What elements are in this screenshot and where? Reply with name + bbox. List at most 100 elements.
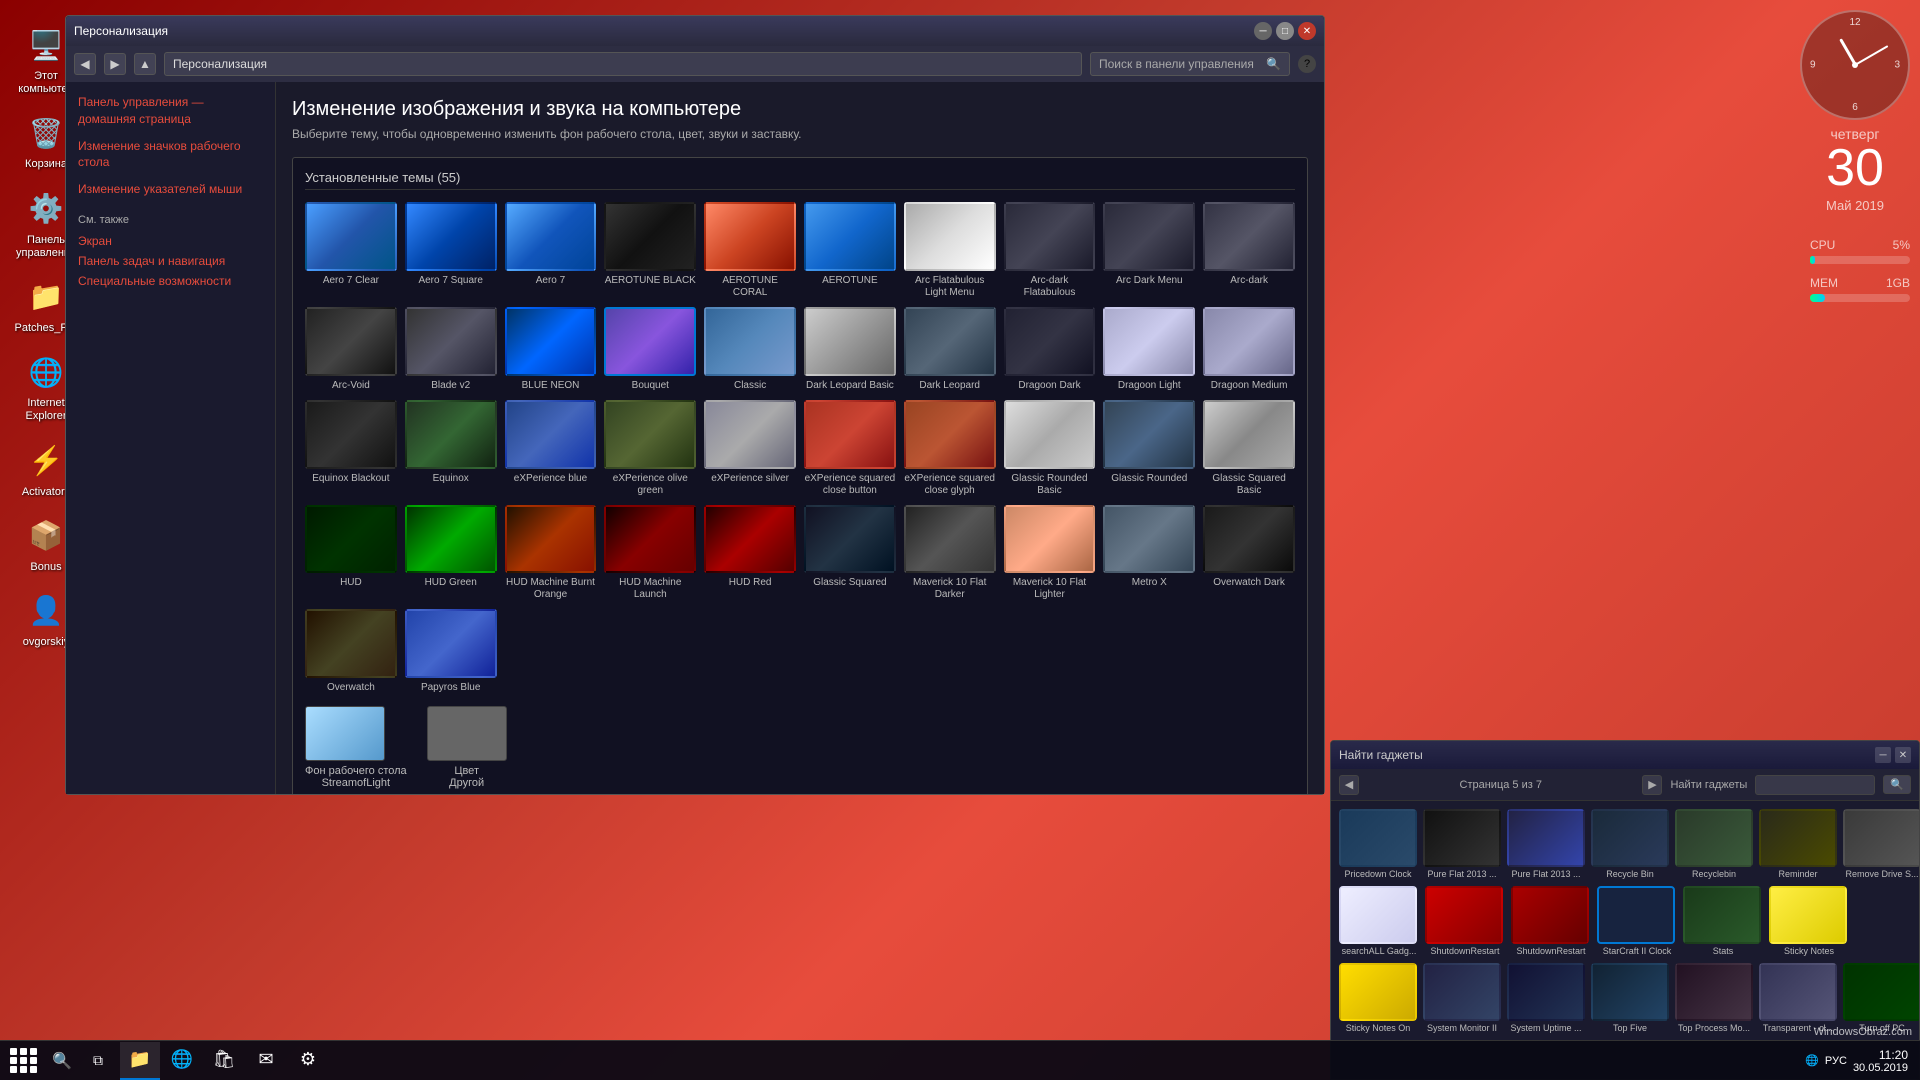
taskbar-search-button[interactable]: 🔍 [44, 1043, 80, 1079]
taskbar-task-view-button[interactable]: ⧉ [80, 1043, 116, 1079]
theme-item-dragondark[interactable]: Dragoon Dark [1004, 307, 1096, 392]
theme-item-dragonlight[interactable]: Dragoon Light [1103, 307, 1195, 392]
gadget-item-recyclebin2[interactable]: Recyclebin [1675, 809, 1753, 880]
theme-item-aerocoral[interactable]: AEROTUNE CORAL [704, 202, 796, 299]
start-button[interactable] [4, 1042, 44, 1080]
theme-item-aeroblack[interactable]: AEROTUNE BLACK [604, 202, 696, 299]
theme-item-arcdarkmenu2[interactable]: Arc Dark Menu [1103, 202, 1195, 299]
mem-value: 1GB [1886, 276, 1910, 290]
theme-item-aero7clear[interactable]: Aero 7 Clear [305, 202, 397, 299]
gadget-item-shutdown1[interactable]: ShutdownRestart [1425, 886, 1505, 957]
theme-item-equinox[interactable]: Equinox [405, 400, 497, 497]
theme-item-expsqbutton[interactable]: eXPerience squared close button [804, 400, 896, 497]
theme-item-glassicsq[interactable]: Glassic Squared [804, 505, 896, 602]
theme-item-aerotune[interactable]: AEROTUNE [804, 202, 896, 299]
theme-item-dragonmed[interactable]: Dragoon Medium [1203, 307, 1295, 392]
sidebar-cursor-link[interactable]: Изменение указателей мыши [78, 181, 263, 198]
theme-name-maverick10dark: Maverick 10 Flat Darker [904, 577, 996, 601]
gadget-item-pureflat2013a[interactable]: Pure Flat 2013 ... [1423, 809, 1501, 880]
theme-item-blueneon[interactable]: BLUE NEON [505, 307, 597, 392]
gadget-item-reminder[interactable]: Reminder [1759, 809, 1837, 880]
gadget-item-sysmonitor[interactable]: System Monitor II [1423, 963, 1501, 1034]
gadget-item-sysuptime[interactable]: System Uptime ... [1507, 963, 1585, 1034]
theme-item-arcdark[interactable]: Arc-dark [1203, 202, 1295, 299]
theme-item-maverick10dark[interactable]: Maverick 10 Flat Darker [904, 505, 996, 602]
theme-item-arcflatlight[interactable]: Arc Flatabulous Light Menu [904, 202, 996, 299]
nav-up-button[interactable]: ▲ [134, 53, 156, 75]
theme-item-expolive[interactable]: eXPerience olive green [604, 400, 696, 497]
theme-item-aero7[interactable]: Aero 7 [505, 202, 597, 299]
color-item[interactable]: Цвет Другой [427, 706, 507, 789]
gadget-item-shutdown2[interactable]: ShutdownRestart [1511, 886, 1591, 957]
gadgets-search-input[interactable] [1755, 775, 1875, 795]
gadget-item-topprocess[interactable]: Top Process Mo... [1675, 963, 1753, 1034]
address-bar[interactable]: Персонализация [164, 52, 1082, 76]
gadget-item-stickynoteson[interactable]: Sticky Notes On [1339, 963, 1417, 1034]
theme-item-glassicround[interactable]: Glassic Rounded [1103, 400, 1195, 497]
nav-forward-button[interactable]: ▶ [104, 53, 126, 75]
theme-item-expsilver[interactable]: eXPerience silver [704, 400, 796, 497]
gadget-item-stats[interactable]: Stats [1683, 886, 1763, 957]
gadgets-close-button[interactable]: ✕ [1895, 747, 1911, 763]
taskbar-app-control[interactable]: ⚙ [288, 1042, 328, 1080]
gadgets-minimize-button[interactable]: ─ [1875, 747, 1891, 763]
theme-item-glassicsqbasic[interactable]: Glassic Squared Basic [1203, 400, 1295, 497]
sidebar-home-link[interactable]: Панель управления — домашняя страница [78, 94, 263, 128]
gadget-thumb-pureflat2013a [1423, 809, 1501, 867]
gadget-item-removedrive[interactable]: Remove Drive S... [1843, 809, 1919, 880]
theme-item-darkleopard[interactable]: Dark Leopard [904, 307, 996, 392]
theme-item-expsqglyph[interactable]: eXPerience squared close glyph [904, 400, 996, 497]
theme-item-hudgreen[interactable]: HUD Green [405, 505, 497, 602]
gadget-item-starcraft-clock[interactable]: StarCraft II Clock [1597, 886, 1677, 957]
taskbar-apps: 📁 🌐 🛍 ✉ ⚙ [120, 1042, 328, 1080]
nav-back-button[interactable]: ◀ [74, 53, 96, 75]
window-maximize-button[interactable]: □ [1276, 22, 1294, 40]
theme-item-maverick10light[interactable]: Maverick 10 Flat Lighter [1004, 505, 1096, 602]
help-button[interactable]: ? [1298, 55, 1316, 73]
taskbar-app-store[interactable]: 🛍 [204, 1042, 244, 1080]
search-box[interactable]: Поиск в панели управления 🔍 [1090, 52, 1290, 76]
gadgets-search-button[interactable]: 🔍 [1883, 775, 1911, 794]
gadget-item-recycle-bin[interactable]: Recycle Bin [1591, 809, 1669, 880]
window-minimize-button[interactable]: ─ [1254, 22, 1272, 40]
tray-clock[interactable]: 11:20 30.05.2019 [1853, 1048, 1908, 1074]
theme-item-darkleopbasic[interactable]: Dark Leopard Basic [804, 307, 896, 392]
taskbar-app-edge[interactable]: 🌐 [162, 1042, 202, 1080]
theme-item-arcvoid[interactable]: Arc-Void [305, 307, 397, 392]
sidebar-accessibility-link[interactable]: Специальные возможности [78, 274, 263, 288]
theme-item-bladev2[interactable]: Blade v2 [405, 307, 497, 392]
wallpaper-item[interactable]: Фон рабочего стола StreamofLight [305, 706, 407, 789]
window-close-button[interactable]: ✕ [1298, 22, 1316, 40]
gadget-item-stickynotes[interactable]: Sticky Notes [1769, 886, 1849, 957]
gadget-item-transparent[interactable]: Transparent - cl... [1759, 963, 1837, 1034]
gadget-item-topfive[interactable]: Top Five [1591, 963, 1669, 1034]
theme-item-classic[interactable]: Classic [704, 307, 796, 392]
sidebar-icons-link[interactable]: Изменение значков рабочего стола [78, 138, 263, 172]
theme-item-overwatchdark[interactable]: Overwatch Dark [1203, 505, 1295, 602]
theme-thumb-arcdarkmenu2 [1103, 202, 1195, 271]
theme-item-glassicroundbasic[interactable]: Glassic Rounded Basic [1004, 400, 1096, 497]
theme-item-expblue[interactable]: eXPerience blue [505, 400, 597, 497]
taskbar-app-file-explorer[interactable]: 📁 [120, 1042, 160, 1080]
theme-item-hud[interactable]: HUD [305, 505, 397, 602]
theme-item-hudmachineburnt[interactable]: HUD Machine Burnt Orange [505, 505, 597, 602]
sidebar-screen-link[interactable]: Экран [78, 234, 263, 248]
gadget-item-pureflat2013b[interactable]: Pure Flat 2013 ... [1507, 809, 1585, 880]
theme-item-metrox[interactable]: Metro X [1103, 505, 1195, 602]
gadget-item-pricedown-clock[interactable]: Pricedown Clock [1339, 809, 1417, 880]
gadget-thumb-stats [1683, 886, 1761, 944]
theme-item-overwatch[interactable]: Overwatch [305, 609, 397, 694]
sidebar-taskbar-link[interactable]: Панель задач и навигация [78, 254, 263, 268]
theme-item-bouquet[interactable]: Bouquet [604, 307, 696, 392]
theme-item-aero7sq[interactable]: Aero 7 Square [405, 202, 497, 299]
theme-item-equinoxblack[interactable]: Equinox Blackout [305, 400, 397, 497]
theme-item-hudmachinelaunch[interactable]: HUD Machine Launch [604, 505, 696, 602]
gadgets-next-button[interactable]: ▶ [1642, 775, 1662, 795]
theme-item-papyrosblue[interactable]: Papyros Blue [405, 609, 497, 694]
theme-item-hudred[interactable]: HUD Red [704, 505, 796, 602]
gadget-item-turnoff[interactable]: Turn off PC [1843, 963, 1919, 1034]
taskbar-app-mail[interactable]: ✉ [246, 1042, 286, 1080]
gadgets-prev-button[interactable]: ◀ [1339, 775, 1359, 795]
gadget-item-searchall[interactable]: searchALL Gadg... [1339, 886, 1419, 957]
theme-item-arcdarkmenu[interactable]: Arc-dark Flatabulous [1004, 202, 1096, 299]
